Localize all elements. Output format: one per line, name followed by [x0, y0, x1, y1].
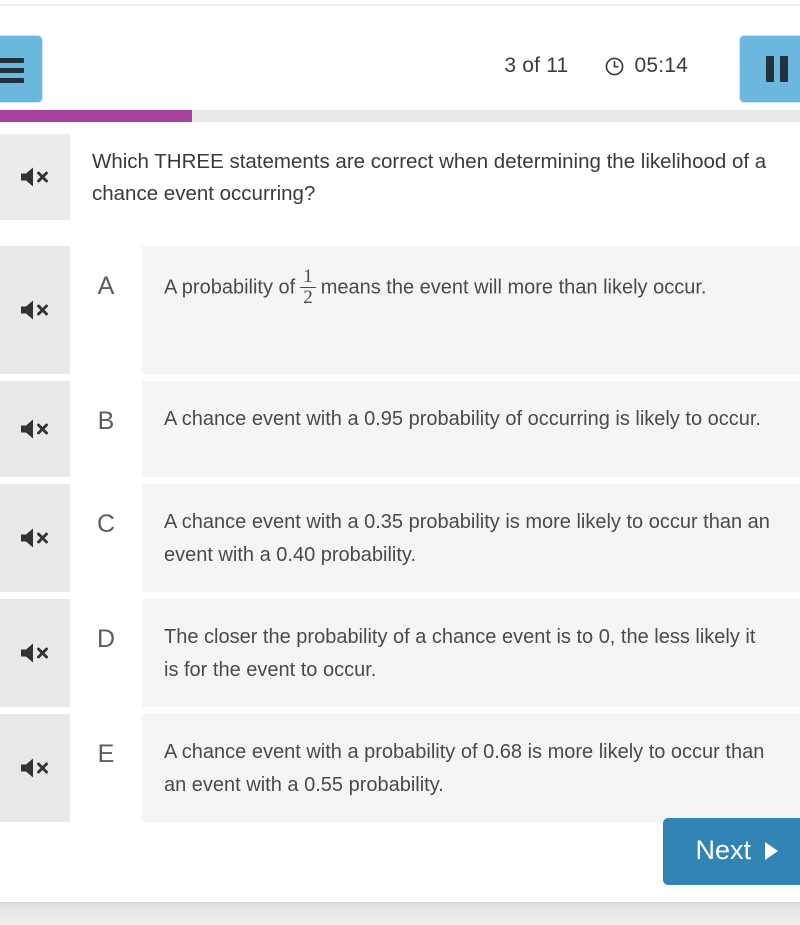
option-d-letter: D — [70, 599, 142, 707]
question-block: Which THREE statements are correct when … — [0, 134, 800, 230]
play-triangle-icon — [765, 841, 778, 860]
option-a-text-before: A probability of — [164, 276, 296, 299]
pause-icon — [766, 56, 774, 82]
option-a-text-after: means the event will more than likely oc… — [320, 276, 707, 299]
option-b-text: A chance event with a 0.95 probability o… — [164, 408, 761, 430]
hamburger-menu-icon — [0, 58, 24, 63]
progress-bar-fill — [0, 110, 192, 122]
option-row-c[interactable]: C A chance event with a 0.35 probability… — [0, 484, 800, 592]
option-a-text: A probability of 1 2 means the event will m… — [142, 246, 800, 374]
option-row-e[interactable]: E A chance event with a probability of 0… — [0, 714, 800, 822]
option-e-letter: E — [70, 714, 142, 822]
timer-value: 05:14 — [634, 54, 688, 77]
footer-bar — [0, 902, 800, 925]
next-button[interactable]: Next — [663, 818, 800, 885]
option-c-letter: C — [70, 484, 142, 592]
option-d-text: The closer the probability of a chance e… — [164, 626, 756, 681]
fraction-denominator: 2 — [300, 286, 316, 308]
option-e-audio-button[interactable] — [0, 714, 70, 822]
hamburger-menu-icon-line2 — [0, 68, 24, 73]
speaker-muted-icon — [21, 300, 48, 320]
speaker-muted-icon — [21, 643, 48, 663]
pause-button[interactable] — [740, 36, 800, 102]
option-c-audio-button[interactable] — [0, 484, 70, 592]
option-b-audio-button[interactable] — [0, 381, 70, 477]
option-b-letter: B — [70, 381, 142, 477]
question-text: Which THREE statements are correct when … — [92, 150, 767, 205]
question-counter: 3 of 11 — [504, 54, 569, 77]
speaker-muted-icon — [21, 167, 48, 187]
quiz-header: 3 of 11 05:14 — [0, 6, 800, 110]
option-row-d[interactable]: D The closer the probability of a chance… — [0, 599, 800, 707]
fraction-numerator: 1 — [303, 266, 313, 287]
option-a-letter: A — [70, 246, 142, 374]
speaker-muted-icon — [21, 419, 48, 439]
option-d-audio-button[interactable] — [0, 599, 70, 707]
option-e-text: A chance event with a probability of 0.6… — [164, 741, 765, 796]
clock-icon — [606, 57, 624, 75]
speaker-muted-icon — [21, 528, 48, 548]
hamburger-menu-icon-line3 — [0, 78, 24, 83]
question-audio-button[interactable] — [0, 134, 70, 220]
next-button-label: Next — [695, 835, 751, 865]
option-c-text: A chance event with a 0.35 probability i… — [164, 511, 770, 566]
fraction-one-half: 12 — [300, 267, 316, 308]
answer-options-list: A A probability of 1 2 means the event will… — [0, 246, 800, 829]
header-status-group: 3 of 11 05:14 — [504, 54, 688, 78]
pause-icon-bar2 — [780, 56, 788, 82]
speaker-muted-icon — [21, 758, 48, 778]
timer-group: 05:14 — [604, 54, 688, 78]
option-row-a[interactable]: A A probability of 1 2 means the event will… — [0, 246, 800, 374]
progress-bar-track — [0, 110, 800, 122]
option-a-audio-button[interactable] — [0, 246, 70, 374]
hamburger-menu-button[interactable] — [0, 36, 42, 102]
option-row-b[interactable]: B A chance event with a 0.95 probability… — [0, 381, 800, 477]
